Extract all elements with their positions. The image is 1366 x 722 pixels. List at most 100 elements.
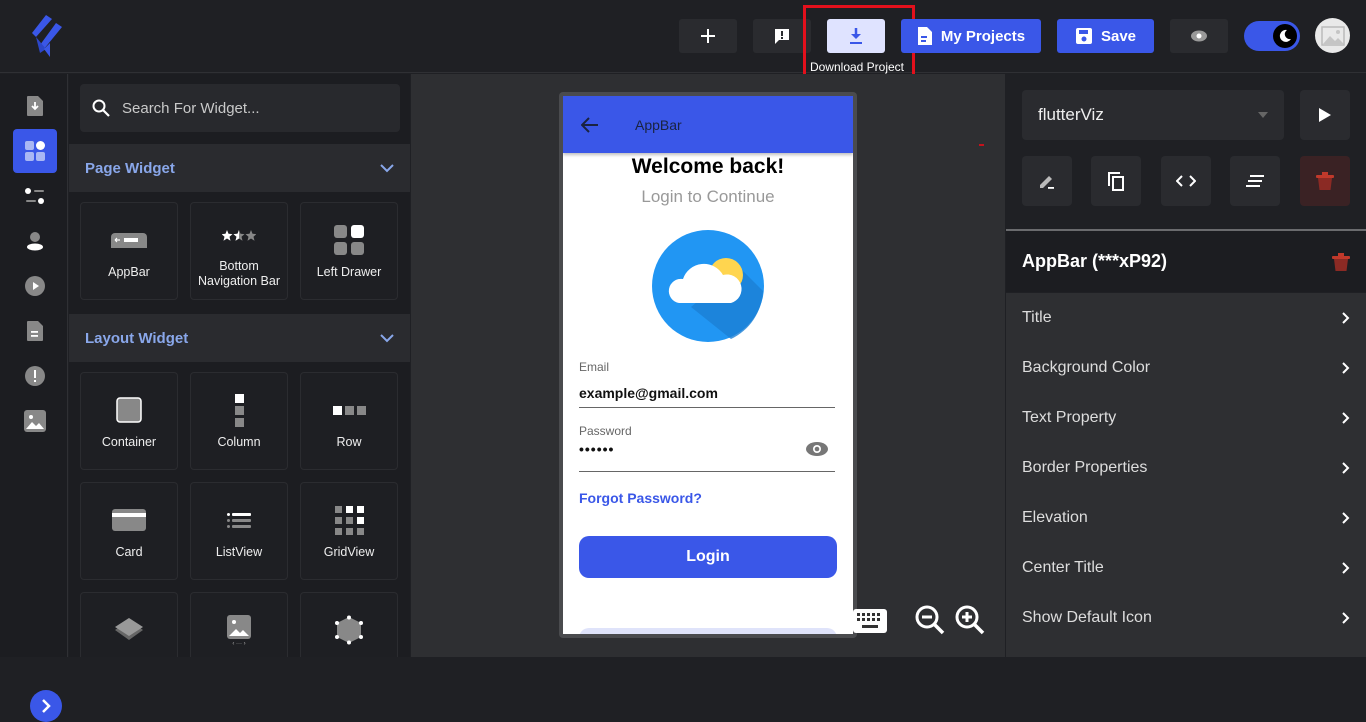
keyboard-icon[interactable] [853, 609, 887, 633]
my-projects-button[interactable]: My Projects [901, 19, 1041, 53]
feedback-button[interactable] [753, 19, 811, 53]
plus-icon [701, 29, 715, 43]
rail-item-settings[interactable] [13, 174, 57, 218]
widget-column[interactable]: Column [190, 372, 288, 470]
rail-item-docs[interactable] [13, 309, 57, 353]
section-page-widget[interactable]: Page Widget [69, 144, 410, 192]
feedback-icon [775, 29, 789, 44]
project-select[interactable]: flutterViz [1022, 90, 1284, 140]
chevron-down-icon [380, 333, 394, 342]
chevron-right-icon [1342, 312, 1350, 324]
secondary-button[interactable] [579, 628, 837, 634]
appbar-icon [111, 232, 147, 248]
rail-item-assets[interactable] [13, 399, 57, 443]
property-border-properties[interactable]: Border Properties [1006, 443, 1366, 493]
widget-image[interactable]: ‹ ··· › [190, 592, 288, 657]
column-icon [234, 393, 244, 427]
rail-item-import[interactable] [13, 84, 57, 128]
chevron-right-icon [1342, 562, 1350, 574]
widget-label: AppBar [108, 265, 150, 279]
property-center-title[interactable]: Center Title [1006, 543, 1366, 593]
list-icon [227, 512, 251, 528]
zoom-in-icon[interactable] [954, 604, 986, 636]
stack-layers-icon [115, 618, 143, 640]
widget-search[interactable] [80, 84, 400, 132]
run-button[interactable] [1300, 90, 1350, 140]
eye-icon [1191, 30, 1207, 42]
transform-cube-icon [335, 615, 363, 645]
search-icon [92, 99, 110, 117]
property-show-default-icon[interactable]: Show Default Icon [1006, 593, 1366, 643]
widget-bottom-navigation-bar[interactable]: Bottom Navigation Bar [190, 202, 288, 300]
email-input[interactable]: example@gmail.com [579, 385, 718, 401]
download-icon [850, 28, 862, 44]
property-background-color[interactable]: Background Color [1006, 343, 1366, 393]
widget-label: Column [217, 435, 261, 449]
property-text-property[interactable]: Text Property [1006, 393, 1366, 443]
user-avatar[interactable] [1315, 18, 1350, 53]
widget-appbar[interactable]: AppBar [80, 202, 178, 300]
widget-label: Bottom Navigation Bar [198, 259, 280, 288]
download-project-button[interactable] [827, 19, 885, 53]
rating-stars-icon [222, 230, 256, 241]
selected-component-title: AppBar (***xP92) [1022, 251, 1168, 271]
rail-item-run[interactable] [13, 264, 57, 308]
widget-container[interactable]: Container [80, 372, 178, 470]
properties-panel: flutterViz AppBar (***xP92) Title Backgr… [1006, 74, 1366, 657]
visibility-icon[interactable] [805, 441, 829, 457]
forgot-password-link[interactable]: Forgot Password? [579, 490, 702, 506]
delete-page-button[interactable] [1300, 156, 1350, 206]
dark-mode-toggle[interactable] [1244, 21, 1300, 51]
top-bar: Download Project My Projects Save [0, 0, 1366, 92]
trash-icon[interactable] [1332, 252, 1350, 271]
copy-icon [1108, 172, 1124, 191]
property-elevation[interactable]: Elevation [1006, 493, 1366, 543]
email-label: Email [579, 360, 610, 374]
email-underline [579, 407, 835, 408]
drawer-grid-icon [334, 225, 364, 255]
design-canvas: AppBar Welcome back! Login to Continue E… [411, 74, 1005, 657]
image-placeholder-icon [1320, 25, 1345, 46]
back-arrow-icon[interactable] [581, 116, 599, 133]
left-rail [0, 74, 68, 722]
project-select-value: flutterViz [1038, 105, 1104, 124]
widget-listview[interactable]: ListView [190, 482, 288, 580]
play-icon [1319, 108, 1331, 122]
rail-item-report[interactable] [13, 354, 57, 398]
widget-gridview[interactable]: GridView [300, 482, 398, 580]
widget-card[interactable]: Card [80, 482, 178, 580]
add-button[interactable] [679, 19, 737, 53]
widget-label: ListView [215, 545, 263, 559]
widget-left-drawer[interactable]: Left Drawer [300, 202, 398, 300]
widget-transform[interactable] [300, 592, 398, 657]
download-project-tooltip: Download Project [809, 60, 905, 74]
expand-panel-button[interactable] [30, 690, 62, 722]
save-icon [1075, 28, 1092, 44]
chevron-right-icon [42, 699, 51, 713]
widget-row[interactable]: Row [300, 372, 398, 470]
format-button[interactable] [1230, 156, 1280, 206]
rail-item-widgets[interactable] [13, 129, 57, 173]
zoom-out-icon[interactable] [914, 604, 946, 636]
user-icon [27, 232, 43, 251]
widget-stack[interactable] [80, 592, 178, 657]
image-icon [24, 410, 46, 432]
code-button[interactable] [1161, 156, 1211, 206]
save-button[interactable]: Save [1057, 19, 1154, 53]
section-layout-widget[interactable]: Layout Widget [69, 314, 410, 362]
preview-button[interactable] [1170, 19, 1228, 53]
widget-search-input[interactable] [122, 99, 382, 117]
welcome-heading: Welcome back! [631, 155, 785, 178]
widget-label: Row [336, 435, 362, 449]
login-button[interactable]: Login [579, 536, 837, 578]
canvas-marker [979, 144, 984, 146]
copy-button[interactable] [1091, 156, 1141, 206]
rename-button[interactable] [1022, 156, 1072, 206]
preview-appbar[interactable]: AppBar [563, 96, 853, 153]
password-input[interactable]: •••••• [579, 441, 614, 457]
rail-item-account[interactable] [13, 219, 57, 263]
login-subtitle: Login to Continue [641, 187, 775, 206]
property-title[interactable]: Title [1006, 293, 1366, 343]
play-circle-icon [25, 276, 45, 296]
chevron-right-icon [1342, 612, 1350, 624]
